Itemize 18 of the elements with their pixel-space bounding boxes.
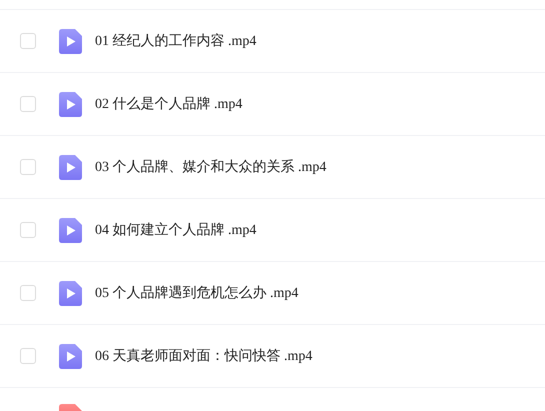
file-name[interactable]: 03 个人品牌、媒介和大众的关系 .mp4 [95,158,326,176]
video-file-icon [59,28,82,54]
video-file-icon [59,280,82,306]
video-file-icon [59,218,82,242]
checkbox[interactable] [20,33,36,49]
file-name[interactable]: 02 什么是个人品牌 .mp4 [95,95,242,113]
video-file-icon [59,344,82,368]
checkbox[interactable] [20,96,36,112]
file-name[interactable]: 06 天真老师面对面：快问快答 .mp4 [95,347,312,365]
checkbox[interactable] [20,159,36,175]
file-name[interactable]: 01 经纪人的工作内容 .mp4 [95,32,256,50]
file-name[interactable]: 05 个人品牌遇到危机怎么办 .mp4 [95,284,298,302]
checkbox[interactable] [20,222,36,238]
checkbox[interactable] [20,348,36,364]
file-name[interactable]: 04 如何建立个人品牌 .mp4 [95,221,256,239]
checkbox[interactable] [20,285,36,301]
video-file-icon [59,92,82,116]
video-file-icon [59,154,82,180]
